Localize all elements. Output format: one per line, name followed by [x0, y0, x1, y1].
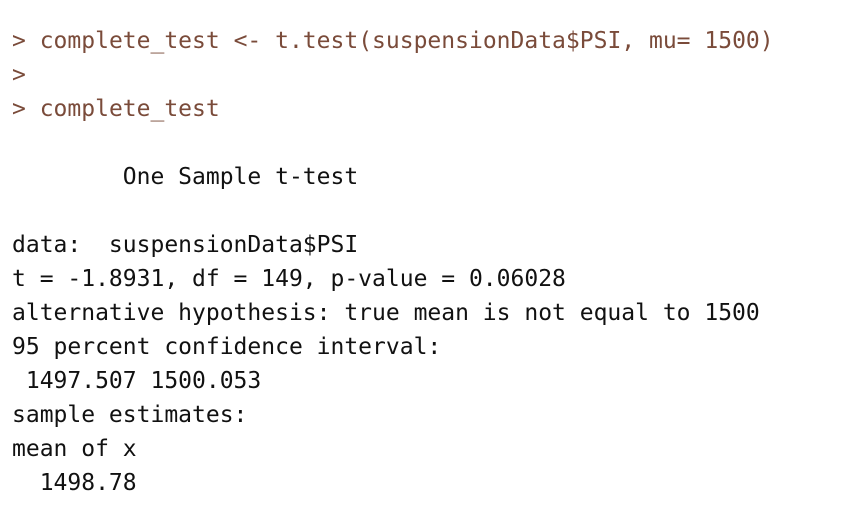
output-test-title: One Sample t-test [12, 164, 359, 190]
output-alternative-hypothesis: alternative hypothesis: true mean is not… [12, 300, 760, 326]
prompt-symbol: > [12, 28, 26, 54]
output-mean-label: mean of x [12, 436, 137, 462]
output-confidence-interval-values: 1497.507 1500.053 [12, 368, 262, 394]
output-confidence-interval-label: 95 percent confidence interval: [12, 334, 442, 360]
output-sample-estimates-label: sample estimates: [12, 402, 248, 428]
console-line-command-print: > complete_test [12, 92, 862, 126]
output-blank-line [12, 126, 862, 160]
console-line-command-assign: > complete_test <- t.test(suspensionData… [12, 24, 862, 58]
prompt-symbol: > [12, 96, 26, 122]
output-data-line: data: suspensionData$PSI [12, 232, 359, 258]
output-blank-line [12, 194, 862, 228]
r-console-output: > complete_test <- t.test(suspensionData… [12, 24, 862, 500]
command-text: complete_test [25, 96, 220, 122]
output-statistics-line: t = -1.8931, df = 149, p-value = 0.06028 [12, 266, 566, 292]
command-text: complete_test <- t.test(suspensionData$P… [25, 28, 774, 54]
console-line-empty-prompt: > [12, 58, 862, 92]
prompt-symbol: > [12, 62, 26, 88]
output-mean-value: 1498.78 [12, 470, 137, 496]
